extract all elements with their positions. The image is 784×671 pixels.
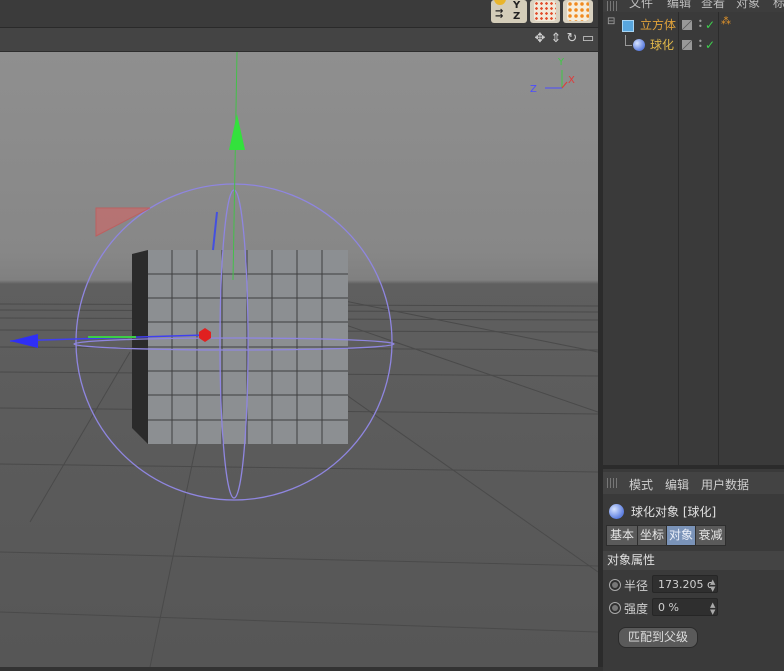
- tab-object[interactable]: 对象: [666, 525, 696, 546]
- tree-item-spherify[interactable]: 球化 • • ✓: [603, 35, 784, 55]
- menu-mode[interactable]: 模式: [629, 476, 653, 493]
- radius-label: 半径: [624, 579, 649, 593]
- visibility-dots-icon[interactable]: • •: [698, 38, 703, 51]
- tab-falloff[interactable]: 衰减: [695, 525, 726, 546]
- layer-icon[interactable]: [682, 40, 692, 50]
- cube-icon: [622, 20, 634, 32]
- menu-object[interactable]: 对象: [736, 0, 760, 11]
- menu-edit[interactable]: 编辑: [665, 476, 689, 493]
- zoom-view-icon[interactable]: ⇕: [548, 31, 564, 47]
- gizmo-z-label: Z: [530, 84, 537, 95]
- column-divider: [718, 12, 719, 465]
- tree-item-cube[interactable]: ⊟ 立方体 • • ✓ ⁂: [603, 15, 784, 35]
- tab-coordinates[interactable]: 坐标: [637, 525, 667, 546]
- spinner-icon[interactable]: ▲ ▼: [710, 602, 716, 616]
- column-divider: [678, 12, 679, 465]
- radius-animate-radio[interactable]: [609, 579, 621, 591]
- rotate-view-icon[interactable]: ↻: [564, 31, 580, 47]
- grip-icon[interactable]: [607, 1, 619, 11]
- toolbar: → Y → Z: [0, 0, 600, 28]
- mesh-checker-icon: [534, 1, 556, 21]
- menu-tag[interactable]: 标: [773, 0, 784, 11]
- coordinate-system-button[interactable]: → Y → Z: [491, 0, 527, 23]
- tab-basic[interactable]: 基本: [606, 525, 638, 546]
- axis-z-label: Z: [513, 11, 521, 22]
- mesh-checker-button[interactable]: [530, 0, 560, 23]
- small-blue-axis: [212, 211, 218, 251]
- layer-icon[interactable]: [682, 20, 692, 30]
- mesh-dots-icon: [567, 1, 589, 21]
- attribute-manager: 模式 编辑 用户数据 球化对象 [球化] 基本 坐标 对象 衰减 对象属性 半径…: [603, 465, 784, 671]
- enabled-check-icon[interactable]: ✓: [705, 39, 715, 51]
- menu-view[interactable]: 查看: [701, 0, 725, 11]
- menu-edit[interactable]: 编辑: [667, 0, 691, 11]
- strength-field[interactable]: 0 %: [652, 598, 718, 616]
- gizmo-y-label: Y: [557, 57, 565, 68]
- move-view-icon[interactable]: ✥: [532, 31, 548, 47]
- attribute-title-row: 球化对象 [球化]: [603, 499, 784, 523]
- grip-icon[interactable]: [607, 478, 619, 488]
- deformer-handle: [95, 207, 151, 237]
- 3d-viewport[interactable]: Y X Z: [0, 52, 598, 667]
- coordinate-system-icon: [494, 0, 506, 5]
- axis-y-label: Y: [513, 0, 521, 11]
- y-axis-arrow: [229, 114, 245, 150]
- strength-animate-radio[interactable]: [609, 602, 621, 614]
- match-to-parent-button[interactable]: 匹配到父级: [618, 627, 698, 648]
- viewport-header: ✥ ⇕ ↻ ▭: [0, 28, 600, 52]
- sphere-icon: [609, 504, 624, 519]
- axis-gizmo: Y X Z: [530, 57, 575, 95]
- gizmo-x-label: X: [568, 75, 575, 86]
- section-header: 对象属性: [603, 551, 784, 570]
- attribute-title: 球化对象 [球化]: [631, 505, 717, 519]
- collapse-icon[interactable]: ⊟: [607, 16, 615, 27]
- object-manager: 文件 编辑 查看 对象 标 ⊟ 立方体 • • ✓ ⁂ 球化 • • ✓: [603, 0, 784, 465]
- viewport-scene: Y X Z: [0, 52, 598, 667]
- mesh-dots-button[interactable]: [563, 0, 593, 23]
- visibility-dots-icon[interactable]: • •: [698, 18, 703, 31]
- menu-file[interactable]: 文件: [629, 0, 653, 11]
- tag-icon[interactable]: ⁂: [721, 16, 731, 27]
- sphere-icon: [633, 39, 645, 51]
- spinner-icon[interactable]: ▲ ▼: [710, 579, 716, 593]
- object-name-cube[interactable]: 立方体: [640, 15, 676, 35]
- attribute-manager-menubar: 模式 编辑 用户数据: [603, 472, 784, 494]
- y-axis-line: [232, 52, 238, 281]
- radius-field[interactable]: 173.205 c: [652, 575, 718, 593]
- tree-connector: [625, 35, 632, 46]
- strength-label: 强度: [624, 602, 649, 616]
- cube-side-face: [132, 250, 148, 444]
- object-manager-menubar: 文件 编辑 查看 对象 标: [603, 0, 784, 12]
- menu-user-data[interactable]: 用户数据: [701, 476, 749, 493]
- object-name-spherify[interactable]: 球化: [650, 35, 674, 55]
- layout-icon[interactable]: ▭: [580, 31, 596, 47]
- x-axis-arrow: [10, 334, 38, 348]
- arrow-icon: →: [495, 11, 504, 22]
- enabled-check-icon[interactable]: ✓: [705, 19, 715, 31]
